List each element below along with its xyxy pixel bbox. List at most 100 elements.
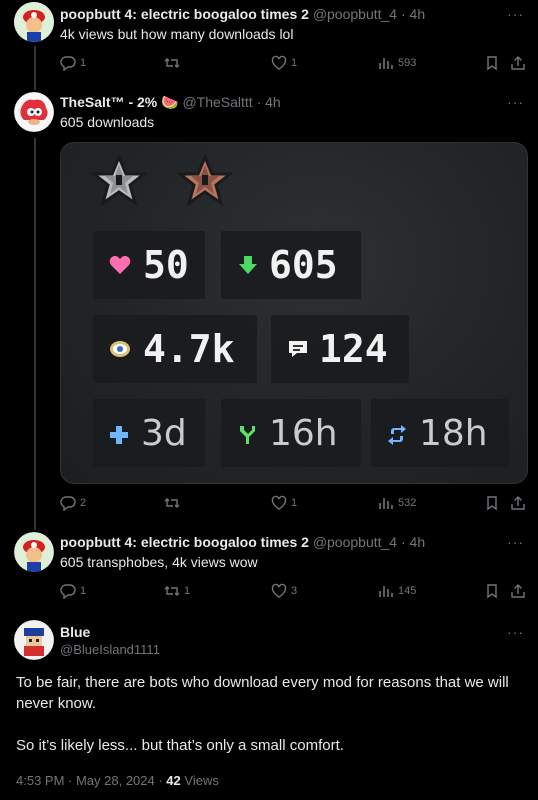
repost-icon [164,58,180,68]
post-text: 605 downloads [60,114,155,130]
post-text: 4k views but how many downloads lol [60,26,294,42]
author-handle[interactable]: @poopbutt_4 [313,6,397,22]
views-button[interactable]: 593 [378,55,416,71]
reply-count: 1 [80,585,87,597]
reply-icon [60,496,76,511]
views-count: 145 [398,585,417,597]
heart-icon [109,255,131,274]
reply-icon [60,56,76,71]
repost-icon [164,586,180,596]
like-button[interactable]: 1 [271,495,297,511]
views-icon [379,498,393,509]
like-button[interactable]: 3 [271,583,297,599]
like-icon [271,55,287,70]
views-button[interactable]: 532 [378,495,416,511]
post-timestamp[interactable]: 4:53 PM · May 28, 2024 · [16,773,166,788]
avatar[interactable] [14,92,54,132]
action-bar: 1 1 593 [60,55,526,75]
post-text: 605 transphobes, 4k views wow [60,554,258,570]
like-icon [271,583,287,598]
more-icon[interactable]: ··· [507,534,524,550]
comment-icon [289,341,307,357]
reply-button[interactable]: 1 [60,55,86,71]
reply-icon [60,584,76,599]
author-name[interactable]: Blue [60,624,90,640]
like-count: 1 [291,497,298,509]
updated-value: 16h [269,413,338,454]
comments-value: 124 [319,327,388,371]
repost-button[interactable]: 1 [164,583,190,599]
repost-count: 1 [184,585,191,597]
action-bar: 2 1 532 [60,495,526,515]
post-time[interactable]: · 4h [257,94,281,110]
main-post-paragraph-2: So it’s likely less... but that’s only a… [16,737,344,754]
author-handle[interactable]: @BlueIsland1111 [60,642,160,657]
reply-button[interactable]: 2 [60,495,86,511]
downloads-value: 605 [269,243,338,287]
post-1[interactable]: poopbutt 4: electric boogaloo times 2 @p… [0,0,538,90]
views-count: 42 [166,773,181,788]
share-icon [511,496,525,510]
share-button[interactable] [510,583,526,599]
repost-button[interactable] [164,55,184,71]
bookmark-icon [487,496,497,511]
attached-image[interactable]: 50 605 4.7k 124 3d 16h 18h [60,142,528,484]
avatar[interactable] [14,620,54,660]
author-name[interactable]: poopbutt 4: electric boogaloo times 2 [60,6,309,22]
views-icon [379,58,393,69]
download-arrow-icon [239,256,257,274]
main-post-paragraph-1: To be fair, there are bots who download … [16,674,509,712]
repost-icon [164,498,180,508]
author-name[interactable]: poopbutt 4: electric boogaloo times 2 [60,534,309,550]
action-bar: 1 1 3 145 [60,583,526,603]
like-button[interactable]: 1 [271,55,297,71]
branch-icon [240,426,255,444]
author-name[interactable]: TheSalt™ - 2% 🍉 [60,94,179,110]
author-handle[interactable]: @TheSalttt [182,94,252,110]
sync-icon [388,425,406,445]
views-label: Views [184,773,219,788]
views-button[interactable]: 145 [378,583,416,599]
repost-button[interactable] [164,495,184,511]
bookmark-button[interactable] [484,495,500,511]
thread-line [34,138,36,530]
reply-button[interactable]: 1 [60,583,86,599]
like-count: 3 [291,585,298,597]
synced-value: 18h [419,413,488,454]
avatar[interactable] [14,2,54,42]
post-time[interactable]: · 4h [401,534,425,550]
author-handle[interactable]: @poopbutt_4 [313,534,397,550]
views-count: 593 [398,57,417,69]
plus-icon [110,426,128,444]
bookmark-icon [487,584,497,599]
reply-count: 2 [80,497,87,509]
views-value: 4.7k [143,327,235,371]
share-button[interactable] [510,55,526,71]
share-icon [511,584,525,598]
post-time[interactable]: · 4h [401,6,425,22]
more-icon[interactable]: ··· [507,624,524,640]
bronze-star-icon [177,155,233,207]
bookmark-icon [487,56,497,71]
like-count: 1 [291,57,298,69]
silver-star-icon [91,155,147,207]
reply-count: 1 [80,57,87,69]
post-3[interactable]: poopbutt 4: electric boogaloo times 2 @p… [0,528,538,610]
bookmark-button[interactable] [484,583,500,599]
views-icon [379,586,393,597]
avatar[interactable] [14,532,54,572]
share-button[interactable] [510,495,526,511]
post-header: TheSalt™ - 2% 🍉 @TheSalttt · 4h [60,94,281,111]
more-icon[interactable]: ··· [507,6,524,22]
share-icon [511,56,525,70]
main-post-text: To be fair, there are bots who download … [16,672,522,756]
likes-value: 50 [143,243,189,287]
like-icon [271,495,287,510]
more-icon[interactable]: ··· [507,94,524,110]
post-header: poopbutt 4: electric boogaloo times 2 @p… [60,6,425,22]
bookmark-button[interactable] [484,55,500,71]
post-meta: 4:53 PM · May 28, 2024 · 42 Views [16,773,219,788]
eye-icon [110,341,130,357]
thread-line [34,46,36,90]
post-header: poopbutt 4: electric boogaloo times 2 @p… [60,534,425,550]
